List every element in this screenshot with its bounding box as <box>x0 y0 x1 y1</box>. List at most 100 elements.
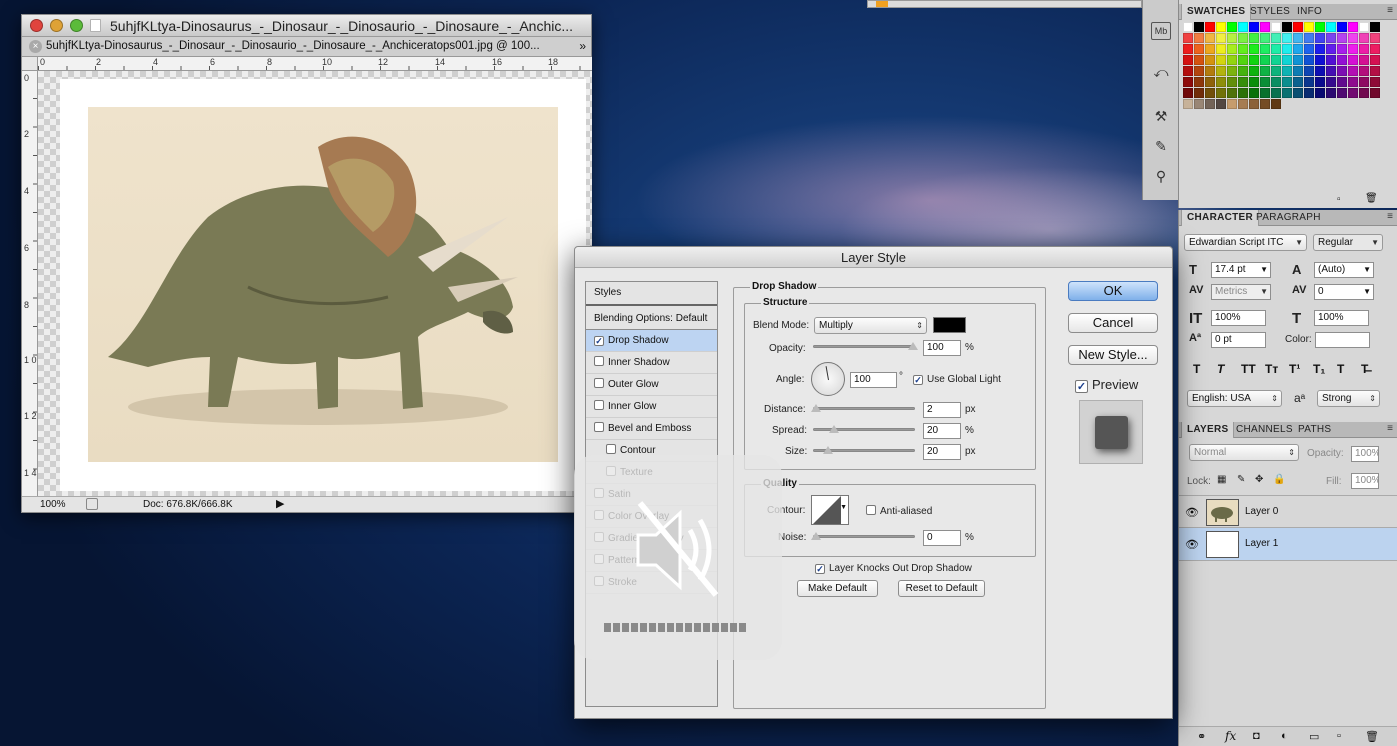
color-swatch[interactable] <box>1315 77 1325 87</box>
canvas-area[interactable] <box>38 71 592 498</box>
color-swatch[interactable] <box>1337 66 1347 76</box>
panel-menu-icon[interactable]: ≡ <box>1387 423 1393 434</box>
preview-checkbox[interactable]: ✓ Preview <box>1075 377 1138 393</box>
color-swatch[interactable] <box>1348 44 1358 54</box>
leading-field[interactable]: (Auto) ▼ <box>1314 262 1374 278</box>
color-swatch[interactable] <box>1282 44 1292 54</box>
color-swatch[interactable] <box>1238 44 1248 54</box>
spread-field[interactable]: 20 <box>923 423 961 439</box>
color-swatch[interactable] <box>1370 55 1380 65</box>
layer-fx-icon[interactable]: fx <box>1225 729 1236 743</box>
color-swatch[interactable] <box>1216 66 1226 76</box>
color-swatch[interactable] <box>1216 99 1226 109</box>
checkbox-empty-icon[interactable] <box>606 444 616 454</box>
tab-paragraph[interactable]: PARAGRAPH <box>1251 210 1326 226</box>
color-swatch[interactable] <box>1359 33 1369 43</box>
type-style-button[interactable]: T¹ <box>1289 362 1300 376</box>
contour-picker[interactable]: ▼ <box>811 495 849 525</box>
color-swatch[interactable] <box>1183 44 1193 54</box>
color-swatch[interactable] <box>1194 44 1204 54</box>
color-swatch[interactable] <box>1249 22 1259 32</box>
baseline-shift-field[interactable]: 0 pt <box>1211 332 1266 348</box>
color-swatch[interactable] <box>1370 88 1380 98</box>
color-swatch[interactable] <box>1183 88 1193 98</box>
noise-slider-knob[interactable] <box>811 532 821 540</box>
color-swatch[interactable] <box>1282 33 1292 43</box>
color-swatch[interactable] <box>1260 44 1270 54</box>
color-swatch[interactable] <box>1260 33 1270 43</box>
color-swatch[interactable] <box>1238 33 1248 43</box>
color-swatch[interactable] <box>1293 99 1303 109</box>
color-swatch[interactable] <box>1183 55 1193 65</box>
color-swatch[interactable] <box>1315 44 1325 54</box>
tab-info[interactable]: INFO <box>1292 4 1327 20</box>
type-style-button[interactable]: T <box>1193 362 1200 376</box>
color-swatch[interactable] <box>1183 66 1193 76</box>
color-swatch[interactable] <box>1337 77 1347 87</box>
tracking-field[interactable]: 0 ▼ <box>1314 284 1374 300</box>
color-swatch[interactable] <box>1337 44 1347 54</box>
color-swatch[interactable] <box>1359 77 1369 87</box>
tab-paths[interactable]: PATHS <box>1293 422 1336 438</box>
color-swatch[interactable] <box>1326 44 1336 54</box>
color-swatch[interactable] <box>1370 99 1380 109</box>
color-swatch[interactable] <box>1304 22 1314 32</box>
color-swatch[interactable] <box>1282 66 1292 76</box>
color-swatch[interactable] <box>1337 99 1347 109</box>
close-window-icon[interactable] <box>30 19 43 32</box>
color-swatch[interactable] <box>1194 22 1204 32</box>
layer-row-0[interactable]: 👁 Layer 0 <box>1179 495 1397 528</box>
size-slider-knob[interactable] <box>823 446 833 454</box>
color-swatch[interactable] <box>1282 88 1292 98</box>
minimize-window-icon[interactable] <box>50 19 63 32</box>
color-swatch[interactable] <box>1359 55 1369 65</box>
knocks-out-checkbox[interactable]: ✓ Layer Knocks Out Drop Shadow <box>815 563 972 574</box>
color-swatch[interactable] <box>1293 88 1303 98</box>
color-swatch[interactable] <box>1183 99 1193 109</box>
horizontal-scale-field[interactable]: 100% <box>1314 310 1369 326</box>
tool-presets-icon[interactable]: ⚒ <box>1151 108 1171 126</box>
new-group-icon[interactable]: ▭ <box>1309 730 1319 743</box>
text-color-swatch[interactable] <box>1315 332 1370 348</box>
checkmark-icon[interactable]: ✓ <box>594 336 604 346</box>
color-swatch[interactable] <box>1304 88 1314 98</box>
color-swatch[interactable] <box>1194 55 1204 65</box>
fill-field[interactable]: 100% <box>1351 473 1379 489</box>
checkbox-empty-icon[interactable] <box>594 422 604 432</box>
ruler-origin[interactable] <box>22 57 38 71</box>
new-layer-icon[interactable]: ▫ <box>1337 730 1341 742</box>
adjustment-layer-icon[interactable]: ◐ <box>1281 730 1288 742</box>
link-layers-icon[interactable]: ⚭ <box>1197 730 1206 743</box>
color-swatch[interactable] <box>1337 33 1347 43</box>
color-swatch[interactable] <box>1304 66 1314 76</box>
color-swatch[interactable] <box>1205 33 1215 43</box>
color-swatch[interactable] <box>1216 88 1226 98</box>
color-swatch[interactable] <box>1249 77 1259 87</box>
color-swatch[interactable] <box>1271 77 1281 87</box>
noise-field[interactable]: 0 <box>923 530 961 546</box>
zoom-level[interactable]: 100% <box>40 499 66 510</box>
color-swatch[interactable] <box>1370 22 1380 32</box>
zoom-window-icon[interactable] <box>70 19 83 32</box>
styles-header[interactable]: Styles <box>586 282 717 306</box>
type-style-button[interactable]: T <box>1337 362 1344 376</box>
vertical-ruler[interactable]: 0 2 4 6 8 1 0 1 2 1 4 <box>22 71 38 498</box>
color-swatch[interactable] <box>1315 22 1325 32</box>
color-swatch[interactable] <box>1370 77 1380 87</box>
color-swatch[interactable] <box>1194 66 1204 76</box>
style-item[interactable]: Outer Glow <box>586 374 717 396</box>
color-swatch[interactable] <box>1216 77 1226 87</box>
visibility-eye-icon[interactable]: 👁 <box>1185 506 1199 519</box>
color-swatch[interactable] <box>1205 99 1215 109</box>
vertical-scale-field[interactable]: 100% <box>1211 310 1266 326</box>
color-swatch[interactable] <box>1227 44 1237 54</box>
color-swatch[interactable] <box>1359 22 1369 32</box>
layer-row-1[interactable]: 👁 Layer 1 <box>1179 528 1397 561</box>
color-swatch[interactable] <box>1271 88 1281 98</box>
language-select[interactable]: English: USA ⇕ <box>1187 390 1282 407</box>
color-swatch[interactable] <box>1348 77 1358 87</box>
color-swatch[interactable] <box>1282 22 1292 32</box>
color-swatch[interactable] <box>1183 77 1193 87</box>
tab-styles[interactable]: STYLES <box>1245 4 1295 20</box>
brush-icon[interactable]: ✎ <box>1151 138 1171 156</box>
